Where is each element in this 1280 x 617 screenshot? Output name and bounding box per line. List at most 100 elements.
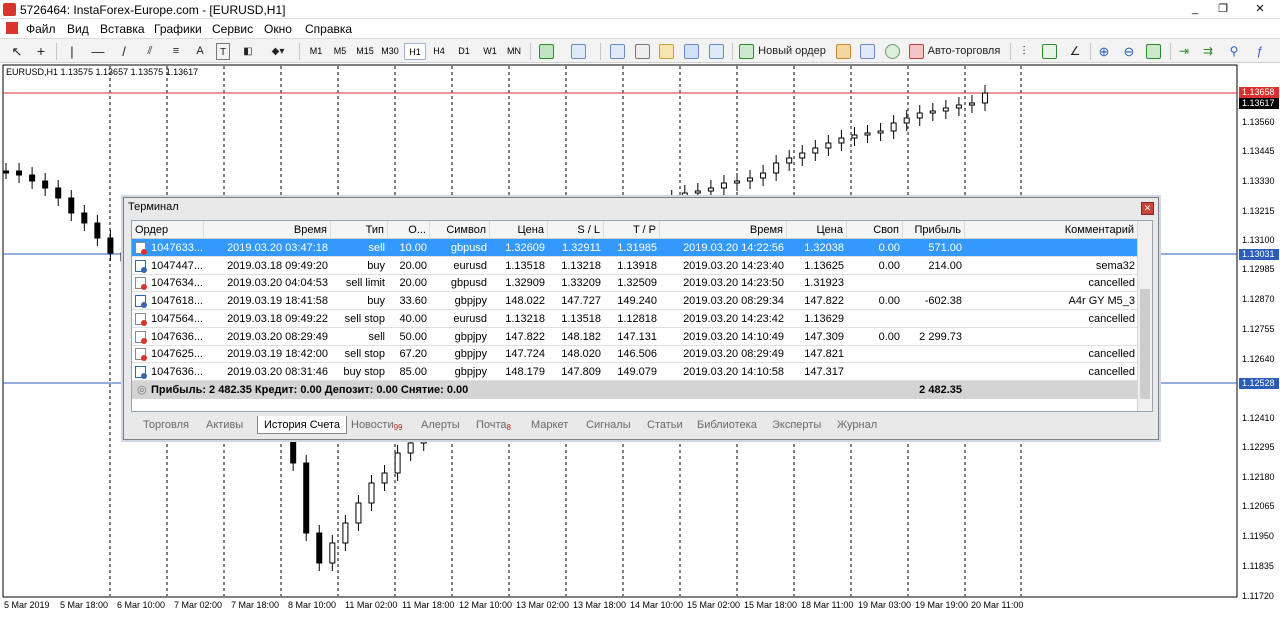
terminal-icon[interactable]: [684, 44, 699, 59]
crosshair-icon[interactable]: +: [33, 43, 49, 60]
timeframe-w1[interactable]: W1: [479, 43, 501, 60]
shapes-icon[interactable]: ◧: [240, 43, 256, 60]
arrows-icon[interactable]: ◆▾: [266, 43, 290, 60]
menu-help[interactable]: Справка: [305, 22, 352, 36]
menu-insert[interactable]: Вставка: [100, 22, 145, 36]
strategy-tester-icon[interactable]: [709, 44, 724, 59]
price-marker: 1.13658: [1239, 87, 1279, 98]
time-label: 19 Mar 19:00: [915, 600, 969, 610]
candle-body: [851, 134, 858, 139]
table-row[interactable]: 1047447... 2019.03.18 09:49:20 buy 20.00 eur…: [132, 257, 1138, 275]
column-header[interactable]: Цена: [787, 221, 847, 239]
column-header[interactable]: Своп: [847, 221, 903, 239]
column-header[interactable]: Прибыль: [903, 221, 965, 239]
table-row[interactable]: 1047636... 2019.03.20 08:31:46 buy stop 85.…: [132, 363, 1138, 381]
bar-chart-icon[interactable]: ⫶: [1016, 43, 1032, 60]
column-header[interactable]: О...: [388, 221, 430, 239]
candle-chart-icon[interactable]: [1042, 44, 1057, 59]
menu-tools[interactable]: Сервис: [212, 22, 253, 36]
text-icon[interactable]: A: [193, 43, 207, 60]
terminal-close-button[interactable]: ✕: [1141, 202, 1154, 215]
column-header[interactable]: Время: [660, 221, 787, 239]
text-label-icon[interactable]: T: [216, 43, 230, 60]
signals-icon[interactable]: [885, 44, 900, 59]
cell-open-time: 2019.03.18 09:49:20: [227, 259, 328, 272]
profiles-icon[interactable]: [571, 44, 586, 59]
timeframe-mn[interactable]: MN: [503, 43, 525, 60]
table-row[interactable]: 1047618... 2019.03.19 18:41:58 buy 33.60 gbp…: [132, 292, 1138, 311]
app-menu-icon[interactable]: [6, 22, 18, 34]
community-icon[interactable]: [860, 44, 875, 59]
restore-button[interactable]: ❐: [1213, 2, 1233, 16]
line-chart-icon[interactable]: ∠: [1067, 43, 1083, 60]
new-chart-icon[interactable]: [539, 44, 554, 59]
tab-7[interactable]: Маркет: [531, 416, 568, 434]
timeframe-m15[interactable]: M15: [353, 43, 377, 60]
data-window-icon[interactable]: [659, 44, 674, 59]
timeframe-m30[interactable]: M30: [379, 43, 401, 60]
autoscroll-icon[interactable]: ⇉: [1200, 43, 1216, 60]
tab-1[interactable]: Торговля: [143, 416, 189, 434]
new-order-icon[interactable]: [739, 44, 754, 59]
cell-open-time: 2019.03.19 18:41:58: [227, 295, 328, 308]
time-scale[interactable]: 5 Mar 2019 5 Mar 18:00 6 Mar 10:00 7 Mar 02…: [0, 597, 1238, 617]
horizontal-line-icon[interactable]: —: [90, 43, 106, 60]
navigator-icon[interactable]: [635, 44, 650, 59]
tab-3[interactable]: История Счета: [257, 416, 348, 434]
table-row[interactable]: 1047634... 2019.03.20 04:04:53 sell limit 2…: [132, 274, 1138, 293]
table-row[interactable]: 1047633... 2019.03.20 03:47:18 sell 10.00 gb…: [132, 239, 1138, 257]
tab-9[interactable]: Статьи: [647, 416, 683, 434]
autotrade-button[interactable]: Авто-торговля: [926, 43, 1002, 60]
timeframe-d1[interactable]: D1: [453, 43, 475, 60]
cell-price: 147.724: [505, 348, 545, 361]
table-row[interactable]: 1047564... 2019.03.18 09:49:22 sell stop 40…: [132, 310, 1138, 328]
meta-editor-icon[interactable]: [836, 44, 851, 59]
vertical-scrollbar[interactable]: [1137, 221, 1152, 411]
channel-icon[interactable]: ⫽: [142, 43, 158, 60]
menu-file[interactable]: Файл: [26, 22, 56, 36]
fibonacci-icon[interactable]: ≡: [168, 43, 184, 60]
timeframe-h4[interactable]: H4: [428, 43, 450, 60]
vertical-line-icon[interactable]: |: [64, 43, 80, 60]
cursor-icon[interactable]: ↖: [9, 43, 25, 60]
column-header[interactable]: Комментарий: [965, 221, 1138, 239]
minimize-button[interactable]: _: [1185, 2, 1205, 16]
menu-view[interactable]: Вид: [67, 22, 89, 36]
tab-11[interactable]: Эксперты: [772, 416, 821, 434]
column-header[interactable]: Цена: [490, 221, 548, 239]
tab-10[interactable]: Библиотека: [697, 416, 757, 434]
tab-5[interactable]: Алерты: [421, 416, 460, 434]
autotrade-icon[interactable]: [909, 44, 924, 59]
close-window-button[interactable]: ✕: [1245, 2, 1275, 16]
column-header[interactable]: Ордер: [132, 221, 204, 239]
tab-12[interactable]: Журнал: [837, 416, 877, 434]
chart-shift-icon[interactable]: ⇥: [1176, 43, 1192, 60]
indicators-icon[interactable]: ƒ: [1252, 43, 1268, 60]
tab-6[interactable]: Почта8: [476, 416, 511, 434]
table-row[interactable]: 1047625... 2019.03.19 18:42:00 sell stop 67…: [132, 345, 1138, 364]
column-header[interactable]: Символ: [430, 221, 490, 239]
column-header[interactable]: S / L: [548, 221, 604, 239]
tab-2[interactable]: Активы: [206, 416, 243, 434]
timeframe-h1[interactable]: H1: [404, 43, 426, 60]
trendline-icon[interactable]: /: [116, 43, 132, 60]
column-header[interactable]: T / P: [604, 221, 660, 239]
new-order-button[interactable]: Новый ордер: [757, 43, 827, 60]
timeframe-m1[interactable]: M1: [305, 43, 327, 60]
tile-windows-icon[interactable]: [1146, 44, 1161, 59]
price-scale[interactable]: 1.13560 1.13445 1.13330 1.13215 1.13100 1.129…: [1238, 80, 1280, 601]
scrollbar-thumb[interactable]: [1140, 289, 1150, 399]
tab-4[interactable]: Новости99: [351, 416, 403, 434]
tab-8[interactable]: Сигналы: [586, 416, 631, 434]
market-watch-icon[interactable]: [610, 44, 625, 59]
menu-window[interactable]: Окно: [264, 22, 292, 36]
cell-volume: 10.00: [399, 242, 427, 254]
menu-charts[interactable]: Графики: [154, 22, 202, 36]
zoom-in-icon[interactable]: ⊕: [1096, 43, 1112, 60]
column-header[interactable]: Тип: [331, 221, 388, 239]
timeframe-m5[interactable]: M5: [329, 43, 351, 60]
table-row[interactable]: 1047636... 2019.03.20 08:29:49 sell 50.00 gb…: [132, 328, 1138, 346]
zoom-out-icon[interactable]: ⊖: [1121, 43, 1137, 60]
column-header[interactable]: Время: [204, 221, 331, 239]
search-icon[interactable]: ⚲: [1226, 43, 1242, 60]
